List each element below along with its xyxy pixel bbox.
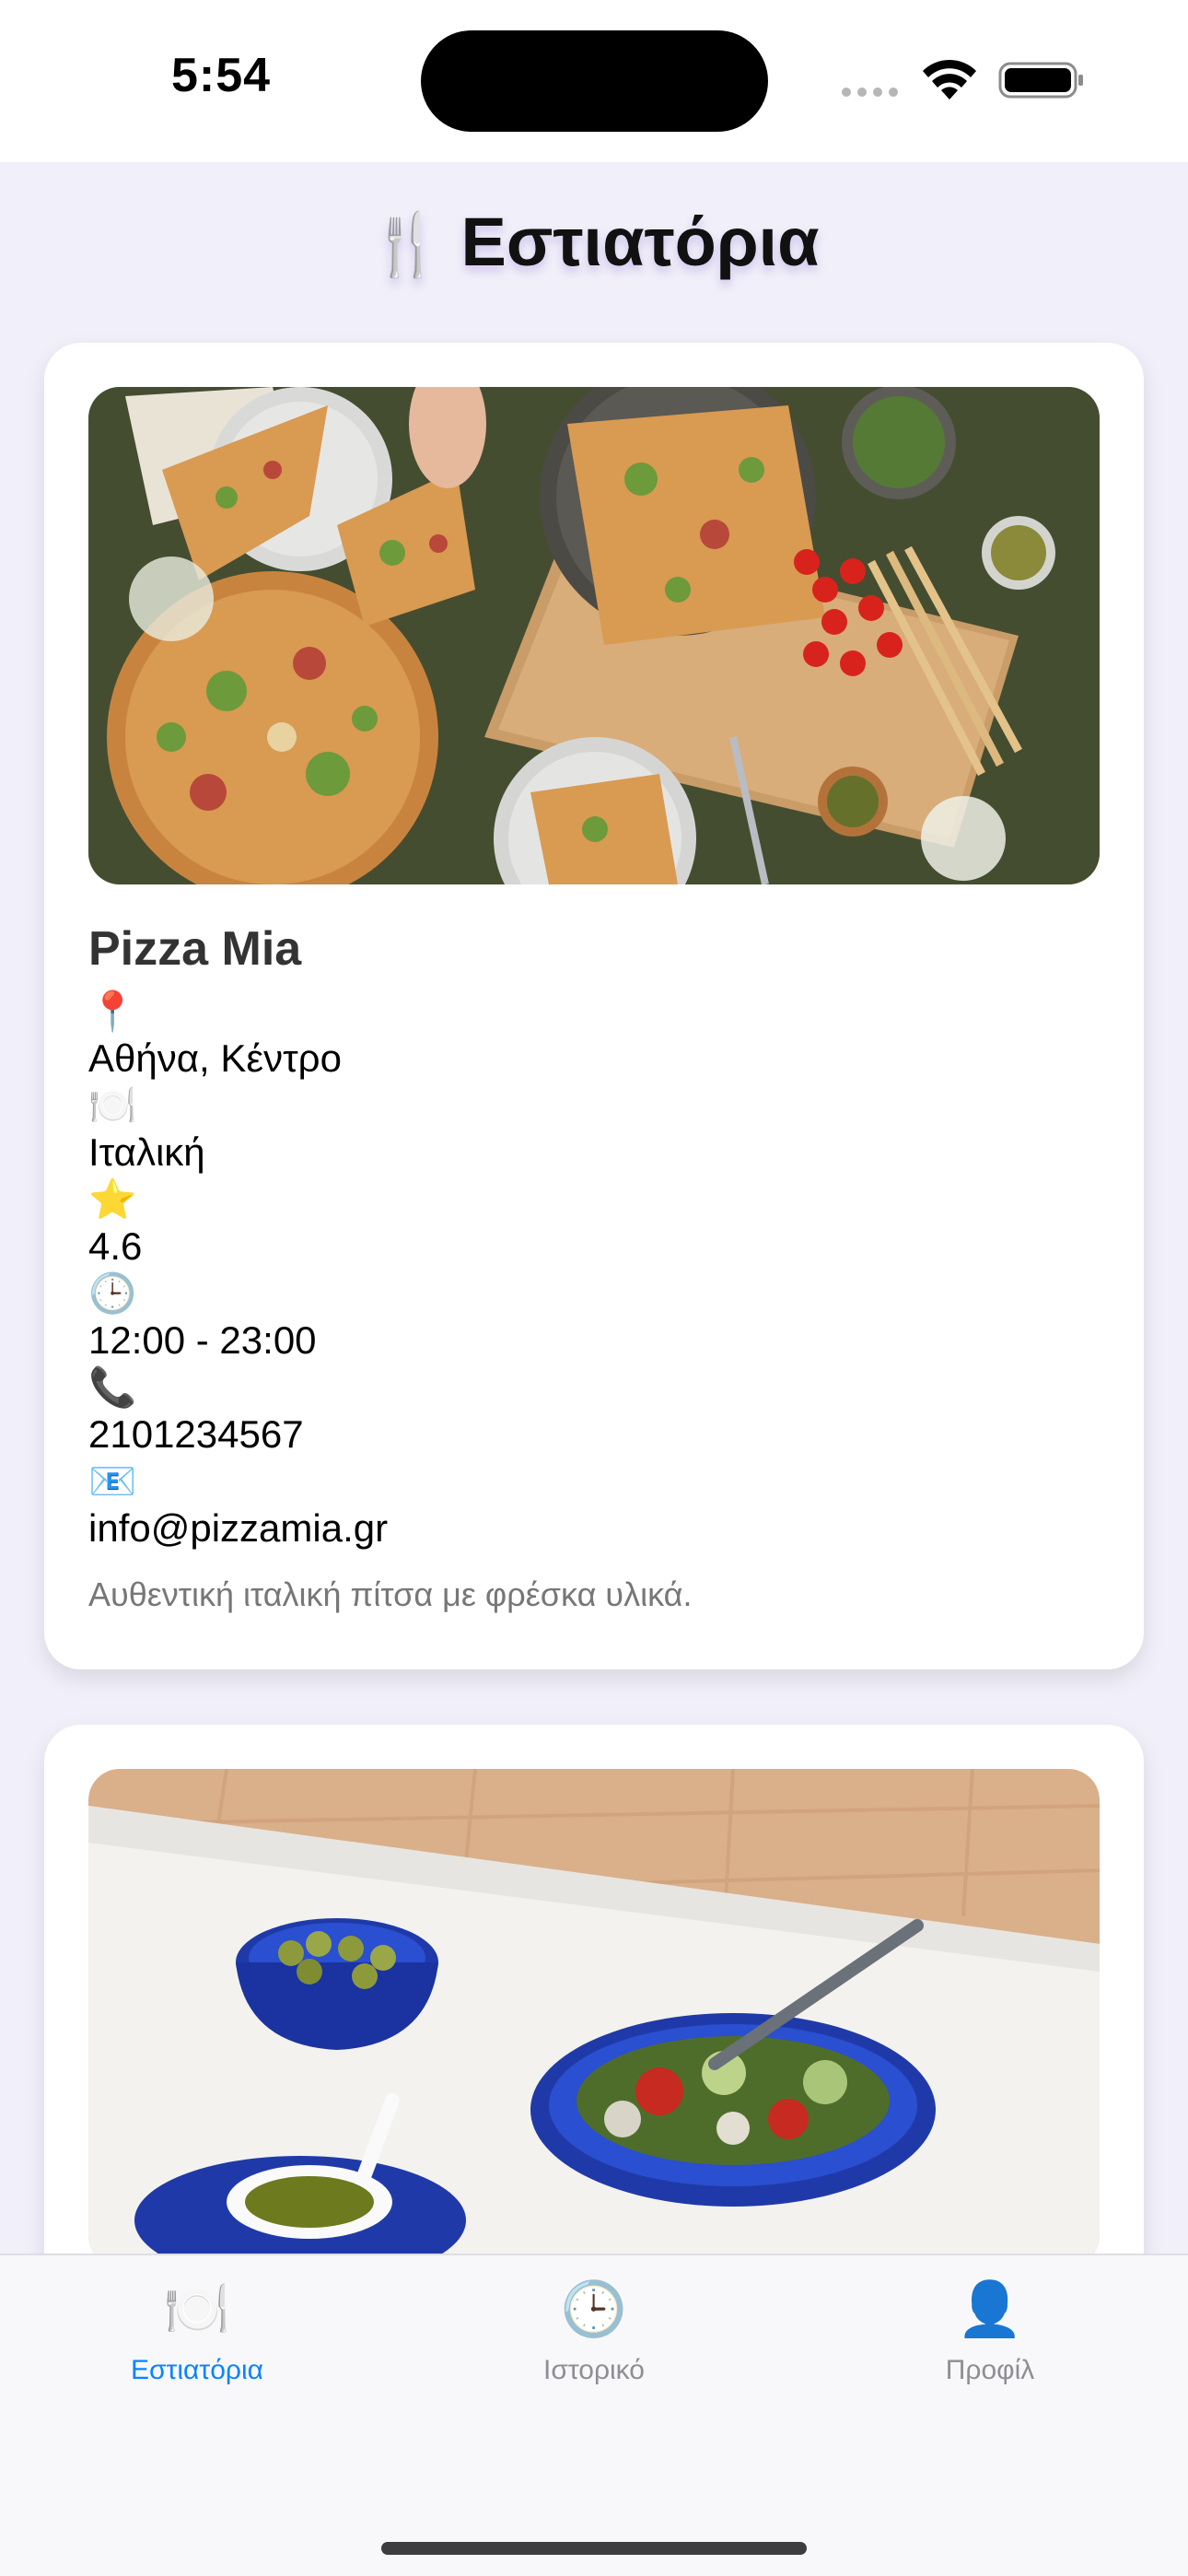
hours-value: 12:00 - 23:00 [88, 1318, 317, 1362]
tab-restaurants[interactable]: 🍽️ Εστιατόρια [59, 2277, 335, 2386]
tab-label: Εστιατόρια [131, 2355, 263, 2385]
email-value[interactable]: info@pizzamia.gr [88, 1507, 1100, 1550]
fork-knife-icon: 🍴 [368, 210, 445, 278]
user-silhouette-icon: 👤 [956, 2279, 1024, 2339]
page-title: 🍴 Εστιατόρια [0, 203, 1188, 281]
location-value: Αθήνα, Κέντρο [88, 1036, 342, 1080]
dynamic-island [421, 30, 768, 132]
status-bar: 5:54 [0, 0, 1188, 162]
tab-label: Προφίλ [945, 2355, 1035, 2385]
tab-bar: 🍽️ Εστιατόρια 🕒 Ιστορικό 👤 Προφίλ [0, 2254, 1188, 2576]
restaurant-photo [88, 1769, 1100, 2266]
clock-icon: 🕒 [560, 2279, 628, 2339]
phone-row[interactable]: 📞 2101234567 [88, 1362, 1100, 1456]
clock-icon: 🕒 [88, 1271, 137, 1315]
restaurant-card[interactable]: Pizza Mia 📍 Αθήνα, Κέντρο 🍽️ Ιταλική ⭐ 4… [44, 343, 1144, 1669]
cellular-signal-icon [842, 85, 904, 101]
phone-icon: 📞 [88, 1365, 137, 1409]
hours-row: 🕒 12:00 - 23:00 [88, 1268, 1100, 1362]
phone-value[interactable]: 2101234567 [88, 1413, 1100, 1456]
rating-row: ⭐ 4.6 [88, 1174, 1100, 1268]
cuisine-value: Ιταλική [88, 1130, 205, 1174]
plate-cutlery-icon: 🍽️ [163, 2279, 231, 2339]
restaurant-photo [88, 387, 1100, 884]
tab-history[interactable]: 🕒 Ιστορικό [456, 2277, 732, 2386]
page-title-text: Εστιατόρια [460, 204, 820, 280]
location-pin-icon: 📍 [88, 989, 137, 1033]
envelope-icon: 📧 [88, 1459, 137, 1503]
tab-label: Ιστορικό [542, 2355, 645, 2385]
tab-profile[interactable]: 👤 Προφίλ [852, 2277, 1128, 2386]
status-time: 5:54 [171, 49, 272, 102]
star-icon: ⭐ [88, 1177, 137, 1221]
cuisine-row: 🍽️ Ιταλική [88, 1080, 1100, 1174]
restaurant-name: Pizza Mia [88, 922, 302, 976]
restaurant-description: Αυθεντική ιταλική πίτσα με φρέσκα υλικά. [88, 1575, 693, 1613]
email-row[interactable]: 📧 info@pizzamia.gr [88, 1456, 1100, 1550]
home-indicator[interactable] [381, 2542, 807, 2555]
location-row: 📍 Αθήνα, Κέντρο [88, 986, 1100, 1080]
restaurant-info: Pizza Mia 📍 Αθήνα, Κέντρο 🍽️ Ιταλική ⭐ 4… [88, 916, 1100, 1618]
rating-value: 4.6 [88, 1224, 143, 1268]
wifi-icon [923, 59, 976, 100]
battery-icon [998, 62, 1083, 99]
plate-cutlery-icon: 🍽️ [88, 1083, 137, 1127]
